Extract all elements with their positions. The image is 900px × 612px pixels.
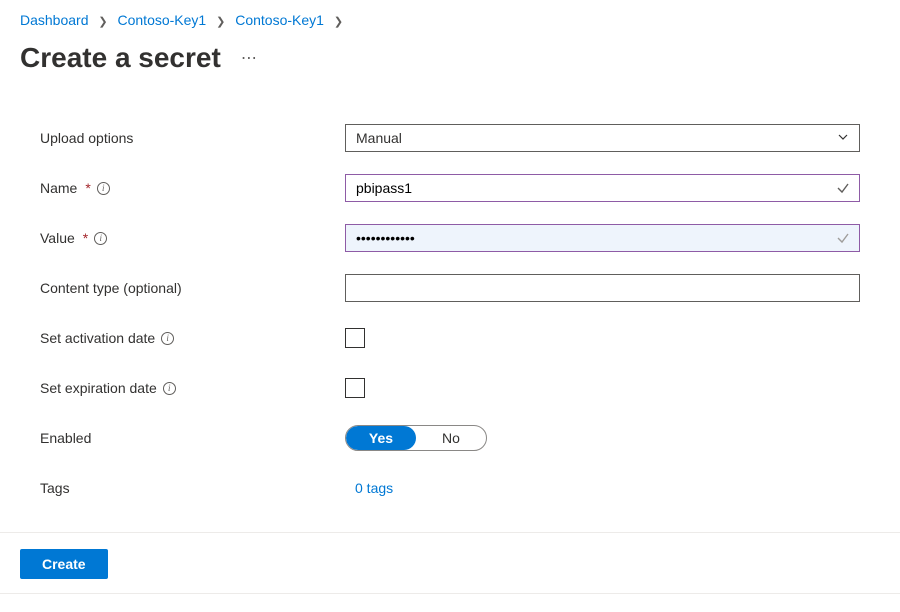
- check-icon: [836, 181, 850, 195]
- page-header: Create a secret ⋯: [0, 36, 900, 94]
- upload-options-value: Manual: [356, 130, 402, 146]
- content-type-input-field[interactable]: [356, 275, 849, 301]
- activation-date-checkbox[interactable]: [345, 328, 365, 348]
- required-indicator: *: [85, 180, 90, 196]
- tags-link[interactable]: 0 tags: [345, 480, 393, 496]
- enabled-toggle[interactable]: Yes No: [345, 425, 487, 451]
- chevron-down-icon: [837, 130, 849, 146]
- chevron-right-icon: ❯: [334, 16, 343, 28]
- chevron-right-icon: ❯: [216, 16, 225, 28]
- breadcrumb-dashboard[interactable]: Dashboard: [20, 12, 89, 28]
- value-input[interactable]: [345, 224, 860, 252]
- info-icon[interactable]: i: [97, 182, 110, 195]
- value-input-field[interactable]: [356, 225, 849, 251]
- expiration-date-label: Set expiration date i: [40, 380, 345, 396]
- value-label: Value * i: [40, 230, 345, 246]
- info-icon[interactable]: i: [94, 232, 107, 245]
- check-icon: [836, 231, 850, 245]
- enabled-toggle-yes[interactable]: Yes: [346, 426, 416, 450]
- breadcrumb: Dashboard ❯ Contoso-Key1 ❯ Contoso-Key1 …: [0, 0, 900, 36]
- required-indicator: *: [83, 230, 88, 246]
- tags-label: Tags: [40, 480, 345, 496]
- name-input-field[interactable]: [356, 175, 849, 201]
- footer: Create: [0, 532, 900, 594]
- expiration-date-checkbox[interactable]: [345, 378, 365, 398]
- create-button[interactable]: Create: [20, 549, 108, 579]
- page-title: Create a secret: [20, 42, 221, 74]
- chevron-right-icon: ❯: [98, 16, 107, 28]
- activation-date-label: Set activation date i: [40, 330, 345, 346]
- form: Upload options Manual Name * i: [0, 94, 900, 544]
- enabled-label: Enabled: [40, 430, 345, 446]
- content-type-input[interactable]: [345, 274, 860, 302]
- more-menu-button[interactable]: ⋯: [241, 48, 259, 68]
- content-type-label: Content type (optional): [40, 280, 345, 296]
- upload-options-select[interactable]: Manual: [345, 124, 860, 152]
- name-input[interactable]: [345, 174, 860, 202]
- info-icon[interactable]: i: [163, 382, 176, 395]
- name-label: Name * i: [40, 180, 345, 196]
- breadcrumb-item-2[interactable]: Contoso-Key1: [235, 12, 324, 28]
- info-icon[interactable]: i: [161, 332, 174, 345]
- enabled-toggle-no[interactable]: No: [416, 426, 486, 450]
- breadcrumb-item-1[interactable]: Contoso-Key1: [118, 12, 207, 28]
- upload-options-label: Upload options: [40, 130, 345, 146]
